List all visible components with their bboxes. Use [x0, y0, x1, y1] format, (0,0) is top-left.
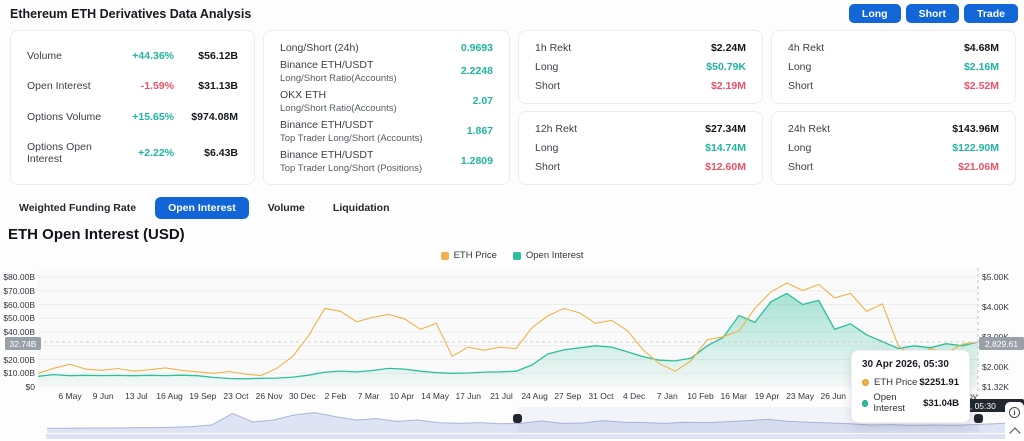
y-right-tick: $4.00K — [982, 301, 1009, 312]
chart-tooltip: 30 Apr 2026, 05:30 ETH Price $2251.91 Op… — [851, 350, 970, 423]
x-axis-tick: 2 Feb — [324, 391, 347, 401]
open-interest-dot-icon — [862, 399, 869, 407]
tooltip-row-eth-price: ETH Price $2251.91 — [862, 377, 959, 388]
legend-label: Open Interest — [525, 250, 584, 261]
tooltip-label: Open Interest — [873, 392, 906, 414]
tooltip-date: 30 Apr 2026, 05:30 — [862, 359, 949, 370]
info-icon[interactable]: i — [1009, 406, 1020, 418]
x-axis-tick: 21 Jul — [490, 391, 513, 401]
legend-label: ETH Price — [453, 250, 497, 261]
navigator-right-handle[interactable] — [974, 414, 983, 423]
y-left-tick: $50.00B — [3, 313, 35, 324]
navigator-track[interactable] — [46, 434, 1015, 439]
x-axis-tick: 24 Aug — [521, 391, 548, 401]
y-left-tick: $60.00B — [3, 299, 35, 310]
derivatives-dashboard: Ethereum ETH Derivatives Data Analysis L… — [0, 0, 1024, 441]
x-axis-tick: 9 Jun — [92, 391, 114, 401]
chevron-up-icon[interactable] — [1008, 426, 1021, 439]
y-left-tick: $0 — [25, 382, 35, 392]
y-right-tick: $1.32K — [982, 382, 1009, 392]
x-axis-tick: 19 Apr — [754, 391, 780, 401]
y-right-tick: $5.00K — [982, 272, 1009, 282]
x-axis-tick: 26 Jun — [820, 391, 847, 401]
open-interest-swatch-icon — [512, 251, 521, 260]
legend-open-interest[interactable]: Open Interest — [512, 250, 584, 261]
x-axis-tick: 14 May — [421, 391, 449, 401]
x-axis-tick: 10 Apr — [389, 391, 415, 401]
eth-price-current-badge: 2,829.61 — [979, 337, 1024, 350]
chart-corner-controls: i — [1005, 402, 1024, 441]
x-axis-tick: 7 Jan — [656, 391, 678, 401]
navigator-left-handle[interactable] — [513, 414, 522, 423]
x-axis-tick: 17 Jun — [455, 391, 481, 401]
tooltip-row-open-interest: Open Interest $31.04B — [862, 392, 959, 414]
x-axis-tick: 23 May — [786, 391, 814, 401]
x-axis-tick: 10 Feb — [687, 391, 714, 401]
x-axis-tick: 4 Dec — [623, 391, 646, 401]
y-left-tick: $40.00B — [3, 327, 35, 337]
y-left-tick: $10.00B — [3, 368, 35, 379]
x-axis-tick: 27 Sep — [554, 391, 582, 401]
x-axis-tick: 19 Sep — [189, 391, 217, 401]
tooltip-label: ETH Price — [874, 377, 918, 388]
x-axis-tick: 26 Nov — [255, 391, 283, 401]
x-axis-tick: 7 Mar — [357, 391, 380, 401]
y-left-tick: $70.00B — [3, 285, 35, 296]
x-axis-tick: 31 Oct — [588, 391, 614, 401]
open-interest-current-badge: 32.74B — [5, 337, 41, 350]
eth-price-dot-icon — [862, 379, 869, 386]
x-axis-tick: 23 Oct — [223, 391, 249, 401]
eth-price-swatch-icon — [440, 251, 449, 260]
x-axis-tick: 16 Aug — [156, 391, 183, 401]
chart-legend: ETH Price Open Interest — [0, 250, 1024, 261]
y-right-tick: $2.00K — [982, 361, 1009, 372]
y-left-tick: $80.00B — [3, 272, 35, 282]
x-axis-tick: 16 Mar — [720, 391, 747, 401]
y-left-tick: $20.00B — [3, 354, 35, 365]
tooltip-value: $31.04B — [923, 397, 959, 409]
legend-eth-price[interactable]: ETH Price — [440, 250, 497, 261]
tooltip-value: $2251.91 — [919, 377, 959, 388]
x-axis-tick: 30 Dec — [288, 391, 316, 401]
x-axis-tick: 6 May — [58, 391, 82, 401]
x-axis-tick: 13 Jul — [125, 391, 148, 401]
